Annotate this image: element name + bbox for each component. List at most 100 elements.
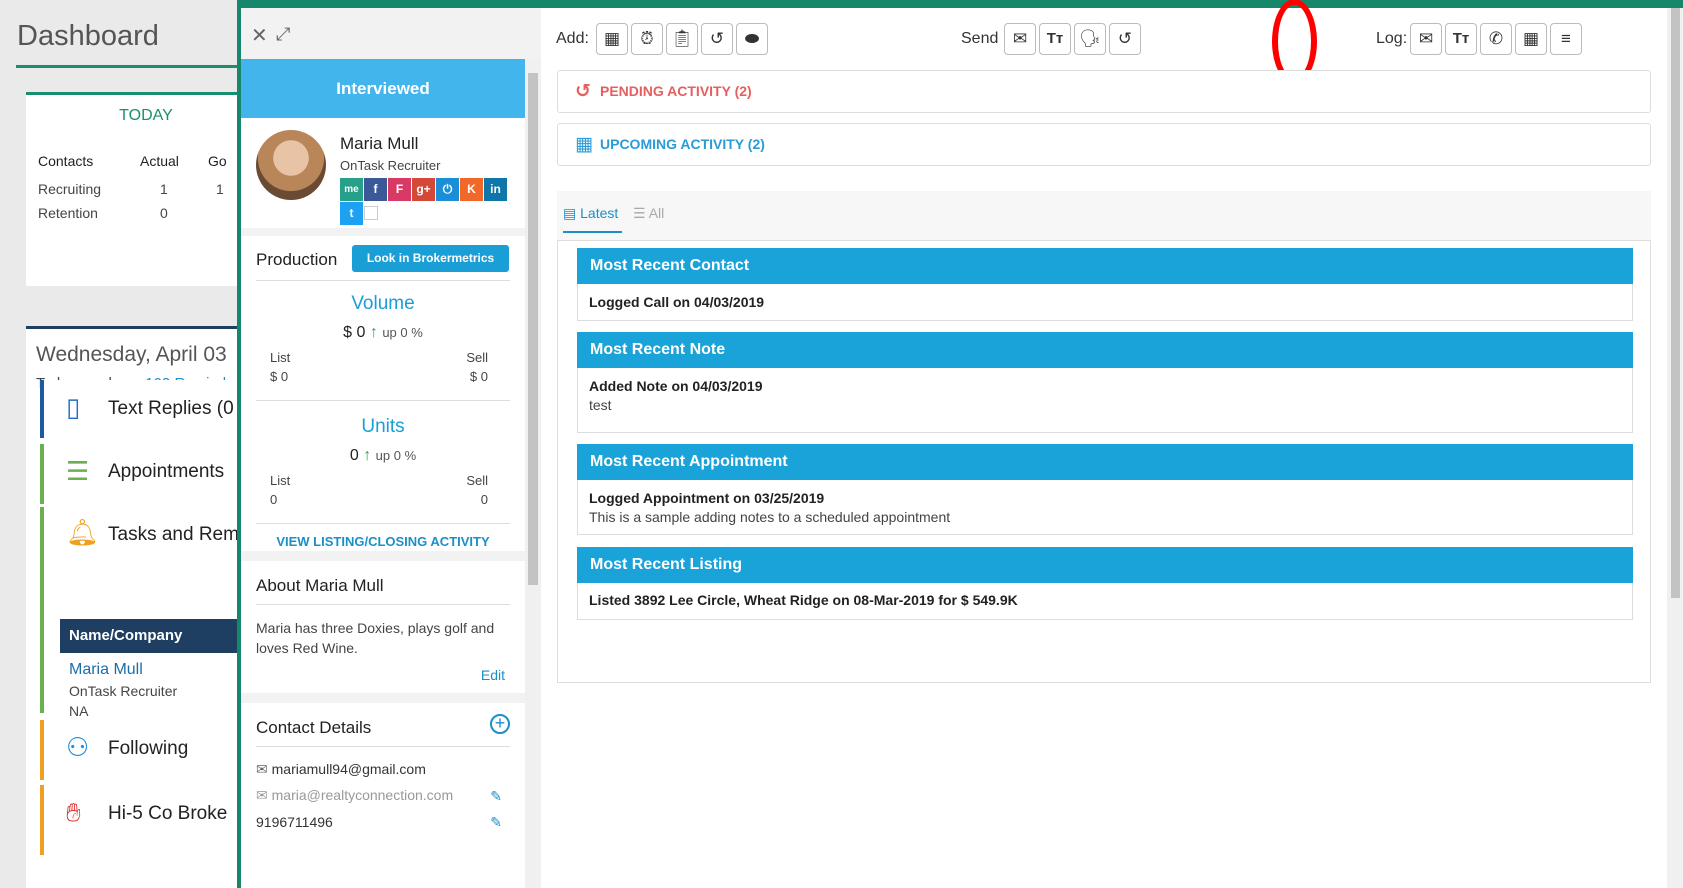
brokermetrics-button[interactable]: Look in Brokermetrics <box>352 245 509 272</box>
add-followup-button[interactable]: ↺ <box>701 23 733 55</box>
send-drip-button[interactable]: ↺ <box>1109 23 1141 55</box>
phone-icon: ✆ <box>1488 29 1504 48</box>
row-name: Retention <box>38 205 98 221</box>
phone-number: 9196711496 <box>256 814 333 830</box>
panel-scrollbar[interactable] <box>525 59 541 888</box>
row-goal <box>208 201 227 225</box>
main-scrollbar[interactable] <box>1667 8 1683 888</box>
contact-role: OnTask Recruiter <box>340 158 441 173</box>
appointments-item[interactable]: ☰ Appointments <box>40 444 240 504</box>
phone-row[interactable]: 9196711496 <box>256 814 333 830</box>
scrollbar-thumb[interactable] <box>1671 8 1680 598</box>
close-icon[interactable]: ✕ <box>251 23 268 48</box>
following-label: Following <box>108 738 189 759</box>
history-icon: ↺ <box>1117 29 1133 48</box>
trend-up-icon: ↑ <box>369 324 378 341</box>
email-row[interactable]: ✉ mariamull94@gmail.com <box>256 761 426 778</box>
envelope-icon: ✉ <box>256 787 268 803</box>
clipboard-icon: 📋︎ <box>671 29 693 48</box>
notes-icon: ≡ <box>1561 29 1571 48</box>
email-secondary: maria@realtyconnection.com <box>271 787 454 803</box>
volume-list-label: List <box>270 350 291 365</box>
pencil-icon[interactable]: ✎ <box>490 814 502 831</box>
divider <box>256 604 510 605</box>
send-email-button[interactable]: ✉ <box>1004 23 1036 55</box>
send-voice-button[interactable]: 🗣︎ <box>1074 23 1106 55</box>
dashboard-background: Dashboard TODAY Contacts Actual Go Recru… <box>0 0 240 888</box>
recent-appointment-text: This is a sample adding notes to a sched… <box>589 509 951 525</box>
tab-all[interactable]: ☰ All <box>633 205 664 222</box>
log-appointment-button[interactable]: ▦ <box>1515 23 1547 55</box>
list-icon: ☰ <box>633 205 646 221</box>
recent-appointment-header: Most Recent Appointment <box>577 444 1633 480</box>
log-label: Log: <box>1376 30 1408 47</box>
history-icon: ↺ <box>709 29 725 48</box>
envelope-icon: ✉ <box>1012 29 1028 48</box>
expand-icon[interactable]: ⤢ <box>276 24 290 45</box>
task-contact-extra: NA <box>69 703 89 719</box>
add-reminder-button[interactable]: ⏰︎ <box>631 23 663 55</box>
list-icon: ▤ <box>563 205 577 221</box>
divider <box>256 746 510 747</box>
task-contact-name[interactable]: Maria Mull <box>60 653 240 681</box>
table-row: Retention 0 <box>38 201 227 225</box>
row-actual: 0 <box>160 205 168 221</box>
add-task-button[interactable]: 📋︎ <box>666 23 698 55</box>
upcoming-activity-bar[interactable]: ▦ UPCOMING ACTIVITY (2) <box>557 123 1651 166</box>
units-sell-label: Sell <box>466 473 488 488</box>
calendar-icon: ▦ <box>603 29 621 48</box>
klout-icon[interactable]: K <box>460 178 483 201</box>
send-text-button[interactable]: Tт <box>1039 23 1071 55</box>
power-icon[interactable]: ⏻ <box>436 178 459 201</box>
following-item[interactable]: ⚇ Following <box>40 720 240 780</box>
pending-activity-label: PENDING ACTIVITY (2) <box>600 83 752 99</box>
pending-activity-bar[interactable]: ↺ PENDING ACTIVITY (2) <box>557 70 1651 113</box>
volume-sell-value: $ 0 <box>469 369 488 384</box>
today-card: TODAY Contacts Actual Go Recruiting 1 1 … <box>26 92 240 286</box>
task-contact-company: OnTask Recruiter <box>69 683 178 699</box>
calendar-date: Wednesday, April 03 <box>36 343 227 366</box>
foursquare-icon[interactable]: F <box>388 178 411 201</box>
log-call-button[interactable]: ✆ <box>1480 23 1512 55</box>
social-icons: me f Fg+ ⏻ Kin t <box>340 178 510 226</box>
scrollbar-thumb[interactable] <box>528 73 538 585</box>
divider <box>256 400 510 401</box>
twitter-icon[interactable]: t <box>340 202 363 225</box>
tab-latest-label: Latest <box>580 205 619 221</box>
hi5-item[interactable]: ✋︎ Hi-5 Co Broke <box>40 785 240 855</box>
contact-details-card: Contact Details + ✉ mariamull94@gmail.co… <box>241 703 525 888</box>
add-appointment-button[interactable]: ▦ <box>596 23 628 55</box>
calendar-icon: ▦ <box>575 134 593 155</box>
log-text-button[interactable]: Tт <box>1445 23 1477 55</box>
recent-contact-line: Logged Call on 04/03/2019 <box>589 294 765 310</box>
log-note-button[interactable]: ≡ <box>1550 23 1582 55</box>
view-listing-link[interactable]: VIEW LISTING/CLOSING ACTIVITY <box>241 534 525 549</box>
row-actual: 1 <box>160 181 168 197</box>
add-contact-detail-icon[interactable]: + <box>490 714 510 734</box>
aboutme-icon[interactable]: me <box>340 178 363 201</box>
linkedin-icon[interactable]: in <box>484 178 507 201</box>
log-email-button[interactable]: ✉ <box>1410 23 1442 55</box>
volume-value: $ 0 <box>343 324 366 341</box>
pencil-icon[interactable]: ✎ <box>490 788 502 805</box>
divider <box>256 523 510 524</box>
recent-contact-header: Most Recent Contact <box>577 248 1633 284</box>
add-toggle-button[interactable]: ⬬ <box>736 23 768 55</box>
production-card: Production Look in Brokermetrics Volume … <box>241 236 525 551</box>
google-plus-icon[interactable]: g+ <box>412 178 435 201</box>
text-replies-item[interactable]: ▯ Text Replies (0 <box>40 380 240 438</box>
contact-overlay: ✕ ⤢ Interviewed Maria Mull OnTask Recrui… <box>241 0 1683 888</box>
upcoming-activity-label: UPCOMING ACTIVITY (2) <box>600 136 765 152</box>
tab-latest[interactable]: ▤ Latest <box>563 205 623 233</box>
email-row[interactable]: ✉ maria@realtyconnection.com <box>256 787 453 804</box>
overlay-top-accent <box>237 0 1683 8</box>
alarm-clock-icon: ⏰︎ <box>640 29 654 48</box>
status-banner[interactable]: Interviewed <box>241 59 525 118</box>
facebook-icon[interactable]: f <box>364 178 387 201</box>
envelope-icon: ✉ <box>256 761 268 777</box>
volume-amount: $ 0 ↑ up 0 % <box>241 324 525 342</box>
units-sell-value: 0 <box>480 492 488 507</box>
list-icon: ☰ <box>66 456 90 486</box>
about-edit-link[interactable]: Edit <box>481 667 505 683</box>
tasks-label: Tasks and Rem <box>108 524 239 545</box>
